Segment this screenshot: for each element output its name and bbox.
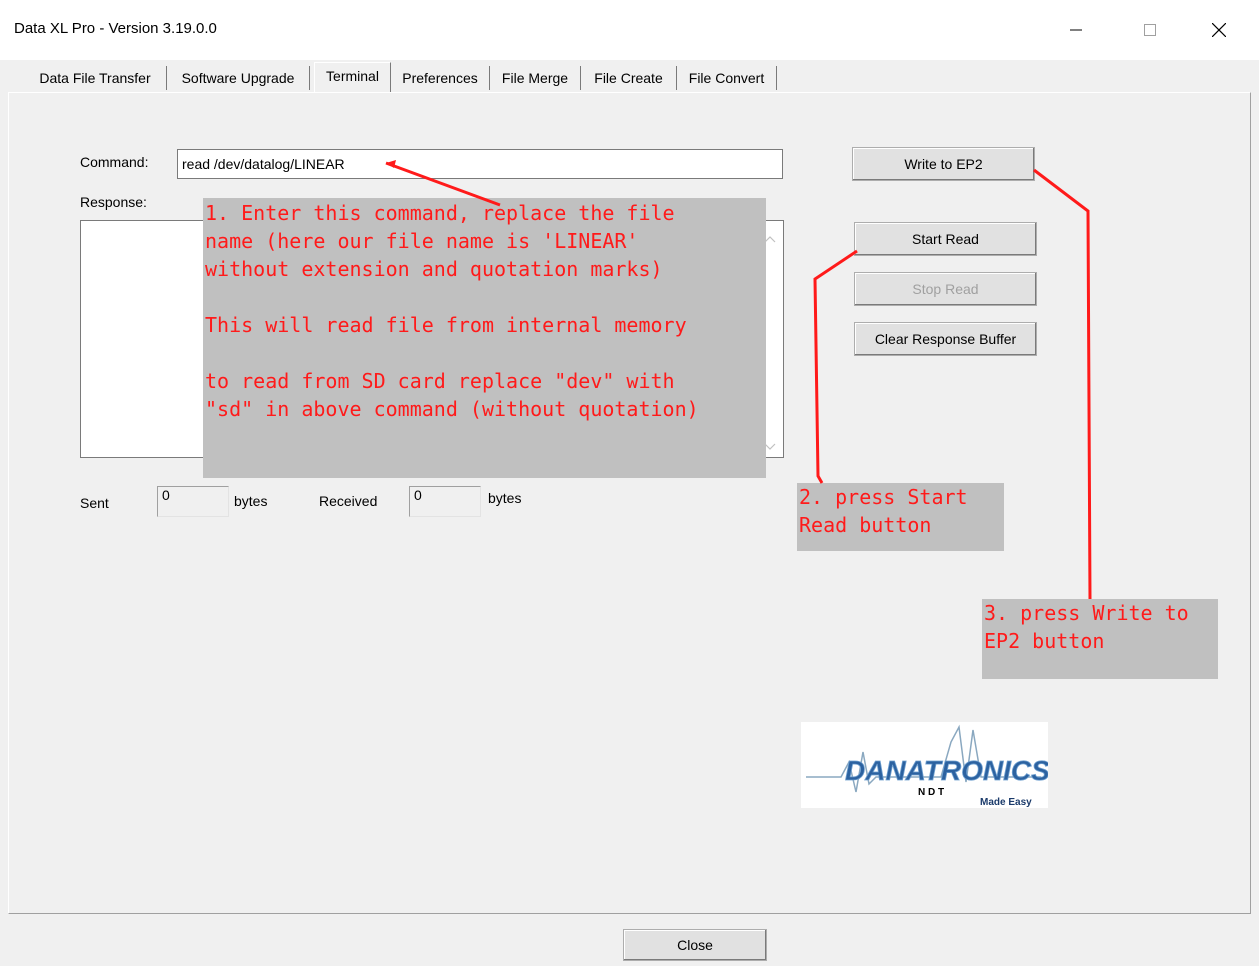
logo-graphic: DANATRONICS N D T Made Easy [806, 724, 1051, 808]
logo-sub: N D T [918, 787, 944, 798]
logo-tagline: Made Easy [980, 797, 1032, 808]
annotation-connector-lines [385, 160, 1092, 600]
close-button-label: Close [677, 937, 713, 953]
close-button[interactable]: Close [623, 929, 767, 961]
logo-brand: DANATRONICS [845, 755, 1048, 786]
danatronics-logo: DANATRONICS N D T Made Easy [801, 722, 1051, 808]
